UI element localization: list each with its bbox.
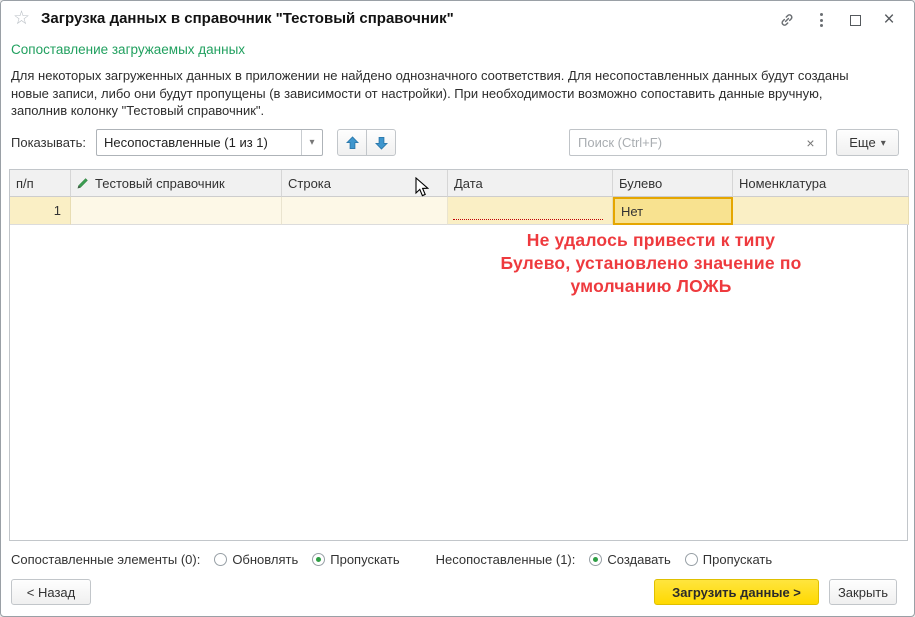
- close-button[interactable]: Закрыть: [829, 579, 897, 605]
- more-menu-icon[interactable]: [804, 5, 838, 35]
- date-cell[interactable]: [448, 197, 613, 225]
- error-annotation-line: Булево, установлено значение по: [381, 252, 915, 275]
- radio-label: Пропускать: [330, 552, 399, 567]
- error-underline: [453, 219, 603, 220]
- chevron-down-icon: ▾: [881, 138, 886, 149]
- radio-icon[interactable]: [685, 553, 698, 566]
- radio-update[interactable]: Обновлять: [214, 552, 298, 567]
- radio-create[interactable]: Создавать: [589, 552, 670, 567]
- column-header-label: Дата: [454, 176, 483, 191]
- load-data-button[interactable]: Загрузить данные >: [654, 579, 819, 605]
- column-header-date[interactable]: Дата: [448, 170, 613, 197]
- column-header-label: Номенклатура: [739, 176, 826, 191]
- column-header-label: Строка: [288, 176, 331, 191]
- show-filter-label: Показывать:: [11, 135, 86, 150]
- radio-icon[interactable]: [214, 553, 227, 566]
- show-filter-select[interactable]: Несопоставленные (1 из 1) ▾: [96, 129, 323, 156]
- radio-icon-checked[interactable]: [312, 553, 325, 566]
- nomenclature-cell[interactable]: [733, 197, 909, 225]
- chevron-down-icon[interactable]: ▾: [301, 130, 322, 155]
- test-ref-cell[interactable]: [71, 197, 282, 225]
- page-title: Сопоставление загружаемых данных: [11, 42, 245, 57]
- prev-unmatched-button[interactable]: [337, 129, 367, 156]
- options-row: Сопоставленные элементы (0): Обновлять П…: [11, 549, 772, 569]
- boolean-cell-selected[interactable]: Нет: [613, 197, 733, 225]
- error-annotation-line: умолчанию ЛОЖЬ: [381, 275, 915, 298]
- radio-label: Создавать: [607, 552, 670, 567]
- more-button-label: Еще: [849, 135, 875, 150]
- string-cell[interactable]: [282, 197, 448, 225]
- search-clear-button[interactable]: ×: [795, 129, 827, 156]
- radio-label: Обновлять: [232, 552, 298, 567]
- pencil-icon: [77, 177, 89, 189]
- radio-skip-matched[interactable]: Пропускать: [312, 552, 399, 567]
- matched-options-label: Сопоставленные элементы (0):: [11, 552, 200, 567]
- mouse-cursor: [415, 177, 430, 198]
- arrow-down-icon: [375, 136, 388, 150]
- error-annotation: Не удалось привести к типу Булево, устан…: [381, 229, 915, 298]
- arrow-up-icon: [346, 136, 359, 150]
- window-controls: ×: [770, 1, 906, 39]
- show-filter-value: Несопоставленные (1 из 1): [97, 135, 301, 150]
- column-header-test-ref[interactable]: Тестовый справочник: [71, 170, 282, 197]
- unmatched-options-label: Несопоставленные (1):: [436, 552, 576, 567]
- column-header-num[interactable]: п/п: [10, 170, 71, 197]
- data-load-dialog: ☆ Загрузка данных в справочник "Тестовый…: [0, 0, 915, 617]
- more-button[interactable]: Еще ▾: [836, 129, 899, 156]
- column-header-label: Булево: [619, 176, 662, 191]
- column-header-label: п/п: [16, 176, 34, 191]
- back-button[interactable]: < Назад: [11, 579, 91, 605]
- link-icon[interactable]: [770, 5, 804, 35]
- search-input[interactable]: [569, 129, 796, 156]
- description-text: Для некоторых загруженных данных в прило…: [11, 67, 873, 120]
- next-unmatched-button[interactable]: [366, 129, 396, 156]
- error-annotation-line: Не удалось привести к типу: [381, 229, 915, 252]
- window-title: Загрузка данных в справочник "Тестовый с…: [41, 10, 454, 27]
- maximize-icon[interactable]: [838, 5, 872, 35]
- radio-skip-unmatched[interactable]: Пропускать: [685, 552, 772, 567]
- mapping-table[interactable]: п/п Тестовый справочник Строка Дата Буле…: [9, 169, 908, 541]
- navigation-arrows: [337, 129, 396, 156]
- radio-label: Пропускать: [703, 552, 772, 567]
- radio-icon-checked[interactable]: [589, 553, 602, 566]
- column-header-label: Тестовый справочник: [95, 176, 225, 191]
- close-icon[interactable]: ×: [872, 5, 906, 35]
- row-number-cell[interactable]: 1: [10, 197, 71, 225]
- title-bar: ☆ Загрузка данных в справочник "Тестовый…: [1, 1, 914, 39]
- column-header-boolean[interactable]: Булево: [613, 170, 733, 197]
- favorite-star-icon[interactable]: ☆: [13, 8, 30, 30]
- column-header-nomenclature[interactable]: Номенклатура: [733, 170, 909, 197]
